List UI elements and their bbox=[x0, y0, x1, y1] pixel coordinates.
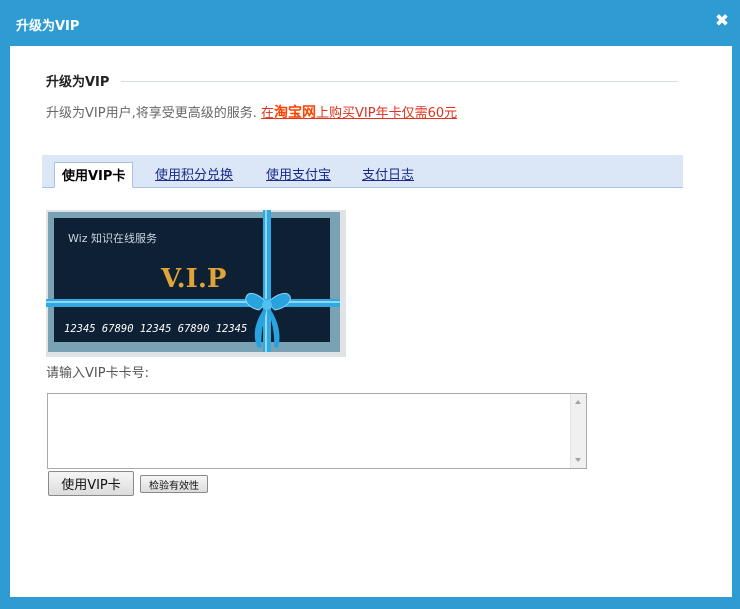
check-validity-button[interactable]: 检验有效性 bbox=[140, 475, 208, 493]
vip-card-image: Wiz 知识在线服务 V.I.P 12345 67890 12345 67890… bbox=[46, 210, 346, 357]
scroll-down-icon[interactable] bbox=[575, 458, 581, 462]
tab-bar: 使用VIP卡 使用积分兑换 使用支付宝 支付日志 bbox=[42, 155, 683, 188]
use-vip-card-button[interactable]: 使用VIP卡 bbox=[48, 471, 134, 496]
tab-alipay[interactable]: 使用支付宝 bbox=[266, 164, 331, 183]
card-number-text: 12345 67890 12345 67890 12345 bbox=[64, 323, 247, 335]
card-service-text: Wiz 知识在线服务 bbox=[68, 231, 157, 245]
card-number-label: 请输入VIP卡卡号: bbox=[46, 366, 149, 381]
card-number-input[interactable] bbox=[48, 394, 570, 468]
tab-use-vip-card[interactable]: 使用VIP卡 bbox=[54, 162, 134, 188]
dialog-title: 升级为VIP bbox=[16, 19, 80, 34]
dialog-titlebar: 升级为VIP ✖ bbox=[0, 0, 740, 46]
section-header: 升级为VIP bbox=[46, 71, 678, 91]
taobao-link-prefix: 在 bbox=[260, 106, 274, 121]
taobao-link-suffix: 上购买VIP年卡仅需60元 bbox=[316, 106, 458, 121]
textarea-scrollbar[interactable] bbox=[570, 394, 586, 468]
scroll-up-icon[interactable] bbox=[575, 400, 581, 404]
promo-line: 升级为VIP用户,将享受更高级的服务. 在淘宝网上购买VIP年卡仅需60元 bbox=[46, 102, 457, 122]
card-vip-text: V.I.P bbox=[160, 264, 226, 294]
dialog-content: 升级为VIP 升级为VIP用户,将享受更高级的服务. 在淘宝网上购买VIP年卡仅… bbox=[10, 46, 732, 597]
promo-text: 升级为VIP用户,将享受更高级的服务. bbox=[46, 106, 257, 121]
section-heading: 升级为VIP bbox=[46, 71, 120, 90]
vip-card-graphic: Wiz 知识在线服务 V.I.P 12345 67890 12345 67890… bbox=[46, 210, 346, 357]
taobao-logo-text: 淘宝网 bbox=[274, 105, 316, 121]
tab-points-exchange[interactable]: 使用积分兑换 bbox=[155, 164, 233, 183]
card-number-field-wrap bbox=[47, 393, 587, 469]
close-icon[interactable]: ✖ bbox=[714, 13, 730, 30]
tab-payment-log[interactable]: 支付日志 bbox=[362, 164, 414, 183]
taobao-link[interactable]: 在淘宝网上购买VIP年卡仅需60元 bbox=[260, 105, 458, 121]
section-divider bbox=[121, 81, 678, 82]
vip-dialog: 升级为VIP ✖ 升级为VIP 升级为VIP用户,将享受更高级的服务. 在淘宝网… bbox=[0, 0, 740, 609]
